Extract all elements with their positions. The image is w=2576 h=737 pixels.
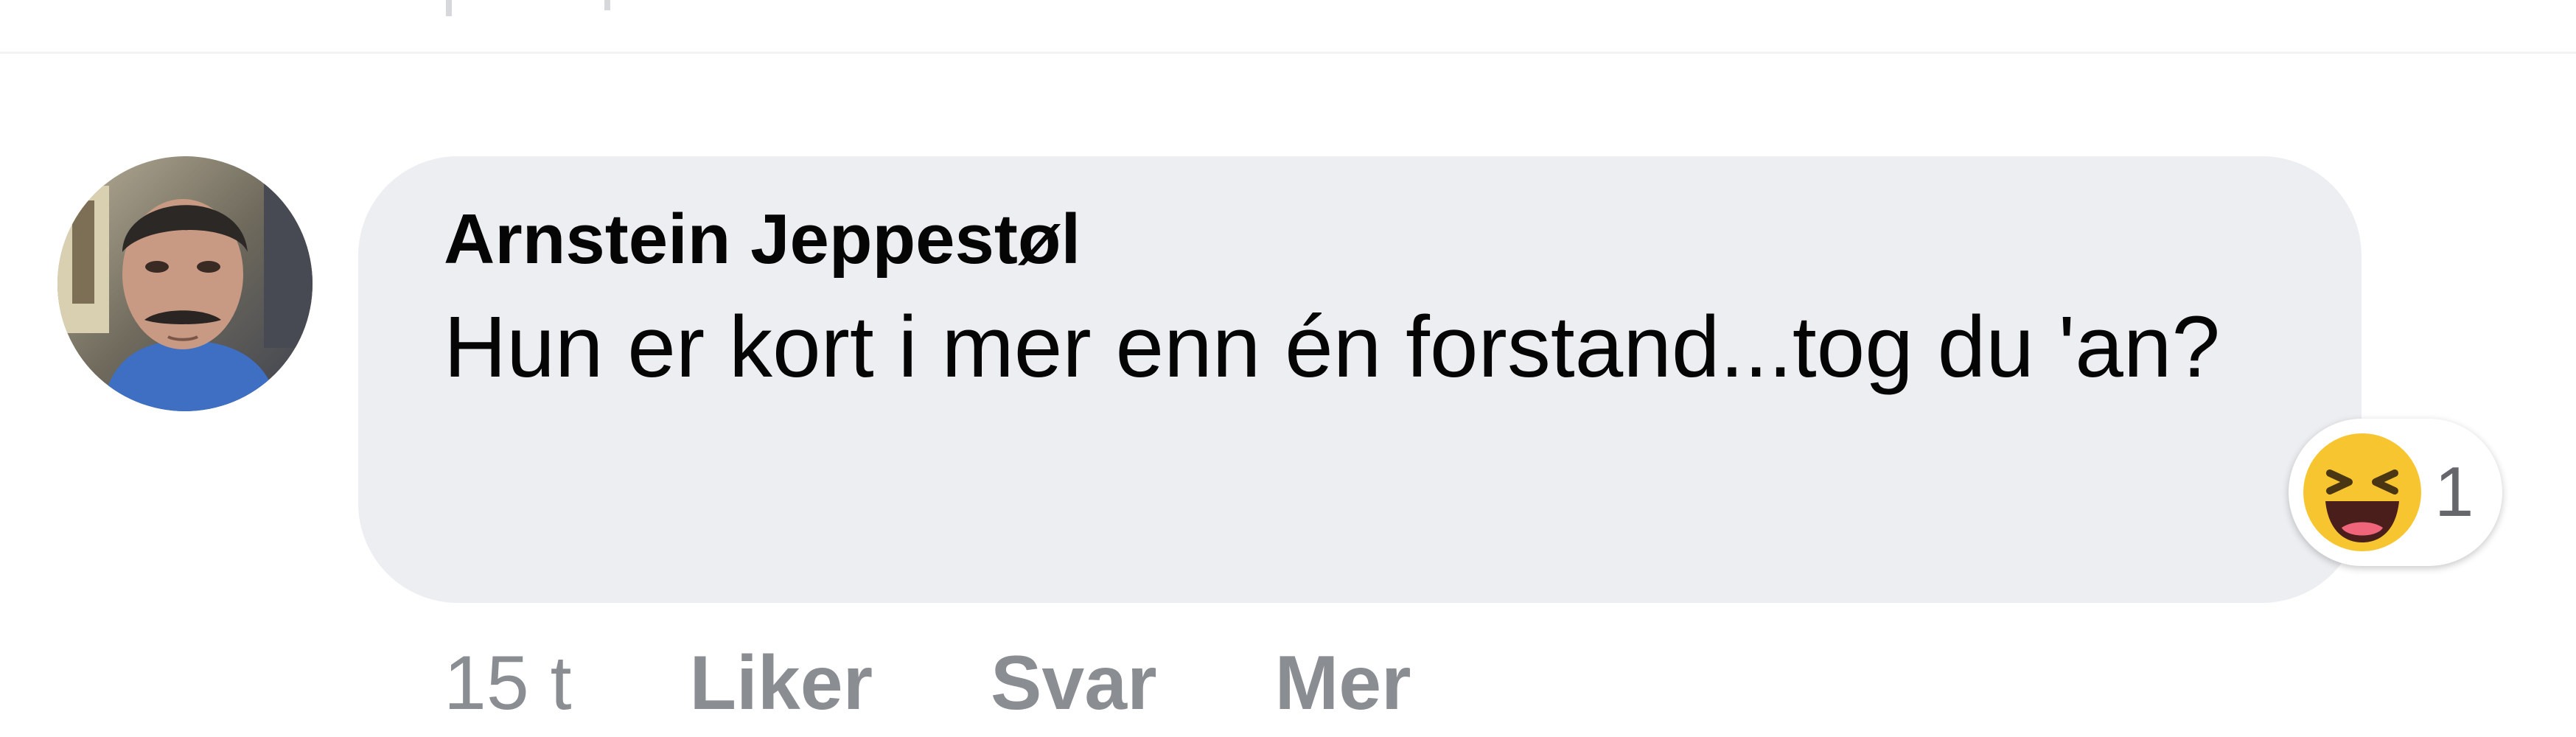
comment-timestamp[interactable]: 15 t — [444, 640, 571, 727]
reaction-summary[interactable]: 1 — [2289, 419, 2502, 566]
like-button[interactable]: Liker — [689, 640, 873, 727]
divider — [0, 52, 2576, 54]
reply-button[interactable]: Svar — [991, 640, 1157, 727]
comment-screen: Arnstein Jeppestøl Hun er kort i mer enn… — [0, 0, 2576, 737]
previous-comment-fragment — [446, 0, 452, 16]
avatar[interactable] — [57, 156, 313, 411]
more-button[interactable]: Mer — [1275, 640, 1411, 727]
comment-author[interactable]: Arnstein Jeppestøl — [444, 199, 2275, 280]
comment-text: Hun er kort i mer enn én forstand...tog … — [444, 298, 2221, 396]
comment-actions: 15 t Liker Svar Mer — [444, 635, 1529, 731]
haha-emoji-icon — [2303, 433, 2421, 551]
profile-photo-icon — [57, 156, 313, 411]
reaction-count: 1 — [2434, 453, 2474, 531]
previous-comment-fragment — [604, 0, 610, 10]
comment-bubble: Arnstein Jeppestøl Hun er kort i mer enn… — [358, 156, 2362, 603]
